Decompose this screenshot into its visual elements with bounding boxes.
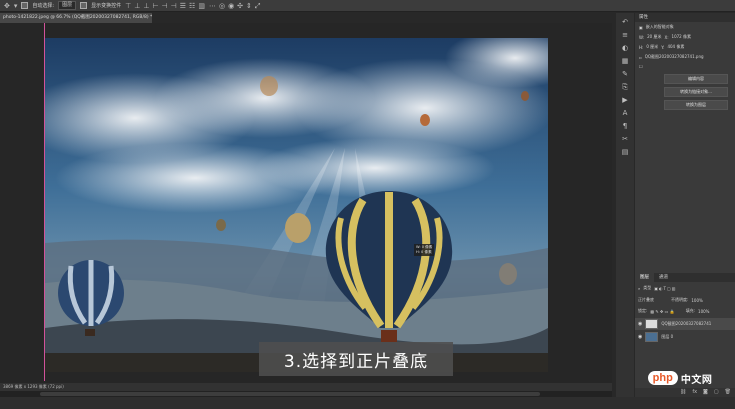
layer-thumbnail: [645, 319, 659, 329]
eye-icon[interactable]: ◉: [638, 321, 642, 327]
tab-layers[interactable]: 图层: [635, 273, 654, 282]
tool-presets-icon[interactable]: ✂: [622, 136, 628, 143]
align-bottom-icon[interactable]: ⊥: [143, 0, 149, 12]
size-row: W: 20 厘米 X: 1072 像素: [639, 34, 691, 40]
document-tab[interactable]: photo-1421822.jpeg @ 66.7% (QQ截图20200327…: [0, 13, 152, 23]
position-row: H: 0 厘米 Y: 404 像素: [639, 44, 685, 50]
properties-panel: 属性 ▣ 嵌入的智能对象 W: 20 厘米 X: 1072 像素 H: 0 厘米…: [635, 13, 735, 397]
tab-channels[interactable]: 通道: [654, 273, 673, 282]
layer-name[interactable]: 图层 0: [661, 334, 673, 340]
paragraph-icon[interactable]: ¶: [623, 123, 627, 130]
readout-h: H: 0 像素: [416, 250, 432, 254]
x-field[interactable]: 1072 像素: [672, 34, 691, 40]
transform-controls-checkbox[interactable]: [80, 2, 88, 9]
distribute-vertical-icon[interactable]: ☷: [189, 0, 195, 12]
align-buttons: ⊤ ⊥ ⊥ ⊢ ⊣ ⊣ ☰ ☷ ▥: [125, 0, 205, 12]
align-middle-icon[interactable]: ⊥: [134, 0, 140, 12]
more-icon[interactable]: ⋯: [209, 0, 216, 12]
smart-object-icon: ▣: [639, 24, 643, 30]
3d-orbit-icon[interactable]: ◎: [219, 0, 225, 12]
notes-icon[interactable]: ▤: [622, 149, 629, 156]
history-icon[interactable]: ↶: [622, 19, 628, 26]
align-right-icon[interactable]: ⊣: [171, 0, 177, 12]
kind-dropdown[interactable]: 类型: [643, 285, 651, 291]
character-icon[interactable]: A: [623, 110, 628, 117]
3d-roll-icon[interactable]: ◉: [228, 0, 234, 12]
status-bar: 3869 像素 x 1293 像素 (72 ppi): [0, 383, 612, 391]
php-watermark-logo: php 中文网: [640, 365, 720, 391]
file-icon: ▫: [639, 54, 642, 60]
layer-row-layer0[interactable]: ◉ 图层 0: [635, 331, 735, 343]
logo-text: 中文网: [680, 374, 713, 386]
align-left-icon[interactable]: ⊢: [152, 0, 158, 12]
y-field[interactable]: 404 像素: [667, 44, 684, 50]
brush-icon[interactable]: ✎: [622, 71, 628, 78]
bottom-strip: [0, 397, 735, 409]
properties-icon[interactable]: ≡: [622, 32, 628, 39]
scrollbar-thumb[interactable]: [40, 392, 540, 396]
fill-field[interactable]: 100%: [698, 309, 709, 314]
blend-row: 正片叠底 不透明度: 100%: [635, 297, 735, 303]
3d-slide-icon[interactable]: ⇕: [246, 0, 252, 12]
convert-to-layers-button[interactable]: 转换为图层: [664, 100, 728, 110]
convert-to-linked-button[interactable]: 转换为链接对象...: [664, 87, 728, 97]
smart-object-header: ▣ 嵌入的智能对象: [635, 22, 735, 32]
width-field[interactable]: 20 厘米: [647, 34, 661, 40]
layer-comp-icon[interactable]: ☐: [639, 64, 643, 69]
opacity-field[interactable]: 100%: [691, 298, 702, 303]
canvas-photo[interactable]: [45, 38, 548, 372]
3d-mode-buttons: ⋯ ◎ ◉ ✣ ⇕ ⤢: [209, 0, 261, 12]
3d-pan-icon[interactable]: ✣: [237, 0, 243, 12]
trash-icon[interactable]: 🗑: [725, 388, 731, 397]
filter-search-icon[interactable]: ⌕: [638, 286, 640, 291]
edit-contents-button[interactable]: 编辑内容: [664, 74, 728, 84]
eye-icon[interactable]: ◉: [638, 334, 642, 340]
lock-label: 锁定:: [638, 308, 648, 313]
actions-icon[interactable]: ▶: [622, 97, 627, 104]
move-icon[interactable]: ✥: [4, 0, 10, 12]
auto-select-checkbox[interactable]: [21, 2, 29, 9]
auto-align-icon[interactable]: ▥: [198, 0, 205, 12]
layers-panel-tabs: 图层 通道: [635, 273, 735, 282]
panel-icon-strip: ↶ ≡ ◐ ▦ ✎ ⎘ ▶ A ¶ ✂ ▤: [616, 13, 634, 397]
align-center-icon[interactable]: ⊣: [162, 0, 168, 12]
video-subtitle: 3.选择到正片叠底: [259, 342, 453, 376]
auto-select-label: 自动选择:: [32, 3, 55, 9]
opacity-label: 不透明度:: [671, 297, 689, 302]
auto-select-target-dropdown[interactable]: 图层: [58, 1, 77, 10]
smart-object-label: 嵌入的智能对象: [645, 24, 674, 29]
adjustments-icon[interactable]: ◐: [622, 45, 628, 52]
height-field[interactable]: 0 厘米: [646, 44, 658, 50]
extra-row: ☐: [635, 62, 735, 71]
logo-badge: php: [647, 371, 678, 385]
layer-thumbnail: [645, 332, 659, 342]
layer-filter-row: ⌕ 类型 ▣◐T▢▥: [635, 285, 735, 291]
3d-scale-icon[interactable]: ⤢: [255, 0, 261, 12]
balloon-photo-image: [45, 38, 548, 372]
filter-icons[interactable]: ▣◐T▢▥: [654, 286, 676, 291]
layer-row-qq[interactable]: ◉ QQ截图20200327082741: [635, 318, 735, 330]
distribute-icon[interactable]: ☰: [180, 0, 186, 12]
layer-name[interactable]: QQ截图20200327082741: [661, 321, 711, 327]
align-top-icon[interactable]: ⊤: [125, 0, 131, 12]
file-name: QQ截图20200327082741.png: [644, 54, 704, 59]
fill-label: 填充:: [685, 308, 696, 313]
lock-icons[interactable]: ▩ ✎ ✥ ▭ 🔒: [650, 309, 674, 314]
transform-readout: W: 0 像素 H: 0 像素: [414, 244, 435, 256]
swatches-icon[interactable]: ▦: [622, 58, 629, 65]
options-bar: ✥ ▾ 自动选择: 图层 显示变换控件 ⊤ ⊥ ⊥ ⊢ ⊣ ⊣ ☰ ☷ ▥ ⋯ …: [0, 0, 735, 12]
clone-source-icon[interactable]: ⎘: [622, 84, 628, 91]
file-name-row: ▫ QQ截图20200327082741.png: [635, 52, 735, 62]
dropdown-chevron-icon[interactable]: ▾: [14, 0, 18, 12]
blend-mode-dropdown[interactable]: 正片叠底: [638, 297, 654, 303]
properties-panel-title: 属性: [635, 13, 735, 22]
lock-row: 锁定: ▩ ✎ ✥ ▭ 🔒 填充: 100%: [635, 308, 735, 314]
transform-controls-label: 显示变换控件: [91, 3, 122, 9]
